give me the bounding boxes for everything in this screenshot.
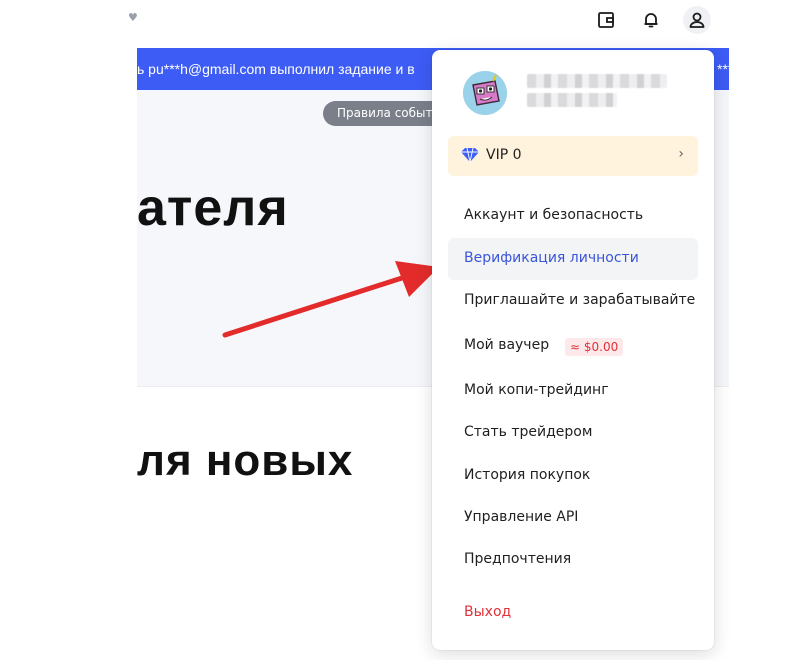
menu-item-label: Мой копи-трейдинг	[464, 382, 609, 398]
menu-item-identity-verification[interactable]: Верификация личности	[448, 238, 698, 280]
vip-level-card[interactable]: VIP 0 ›	[448, 136, 698, 176]
diamond-icon	[460, 147, 480, 167]
banner-text: ь pu***h@gmail.com выполнил задание и в	[137, 61, 415, 77]
vip-label: VIP 0	[486, 147, 522, 163]
menu-item-label: Мой ваучер	[464, 337, 550, 353]
section-title: ля новых	[137, 436, 354, 485]
top-bar: ♥	[0, 0, 795, 46]
wallet-icon[interactable]	[592, 6, 620, 34]
menu-item-my-voucher[interactable]: Мой ваучер ≈ $0.00	[448, 325, 698, 367]
menu-item-invite-earn[interactable]: Приглашайте и зарабатывайте	[448, 280, 698, 322]
user-id-redacted	[527, 93, 617, 107]
menu-item-label: История покупок	[464, 467, 591, 483]
menu-item-logout[interactable]: Выход	[448, 592, 698, 634]
menu-item-label: Верификация личности	[464, 250, 639, 266]
menu-item-preferences[interactable]: Предпочтения	[448, 539, 698, 581]
menu-item-label: Аккаунт и безопасность	[464, 207, 644, 223]
menu-item-label: Выход	[464, 604, 512, 620]
username-redacted	[527, 74, 667, 88]
menu-item-label: Управление API	[464, 509, 579, 525]
user-icon[interactable]	[683, 6, 711, 34]
voucher-value-badge: ≈ $0.00	[565, 338, 624, 356]
hero-title: ателя	[137, 179, 289, 237]
avatar	[463, 71, 507, 115]
menu-item-label: Приглашайте и зарабатывайте	[464, 292, 696, 308]
menu-item-label: Предпочтения	[464, 551, 572, 567]
menu-item-account-security[interactable]: Аккаунт и безопасность	[448, 195, 698, 237]
user-dropdown-menu: VIP 0 › Аккаунт и безопасность Верификац…	[432, 50, 714, 650]
menu-item-label: Стать трейдером	[464, 424, 593, 440]
annotation-arrow-icon	[222, 261, 439, 338]
menu-item-api-management[interactable]: Управление API	[448, 497, 698, 539]
menu-item-purchase-history[interactable]: История покупок	[448, 455, 698, 497]
banner-tail: ***	[717, 61, 729, 77]
chevron-right-icon: ›	[678, 146, 684, 162]
menu-item-become-trader[interactable]: Стать трейдером	[448, 412, 698, 454]
top-bar-fragment: ♥	[128, 11, 138, 24]
menu-item-my-copy-trading[interactable]: Мой копи-трейдинг	[448, 370, 698, 412]
bell-icon[interactable]	[637, 6, 665, 34]
